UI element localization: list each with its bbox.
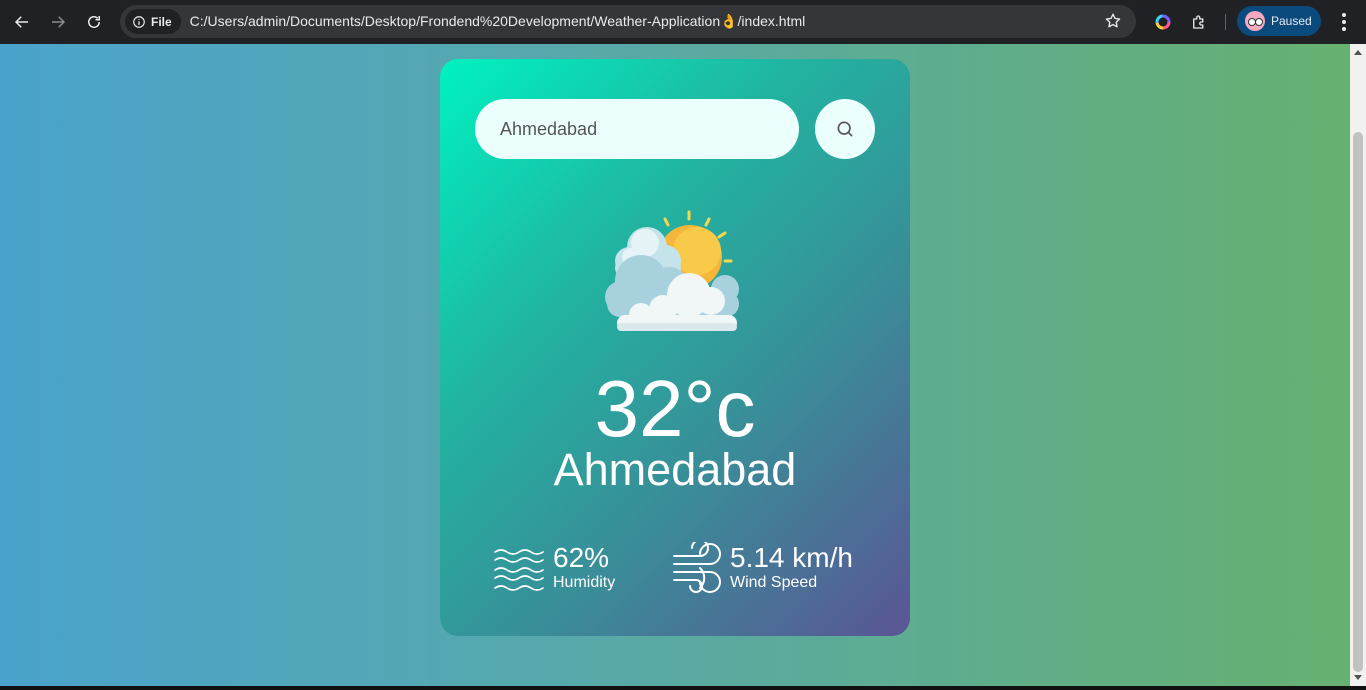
wind-text: 5.14 km/h Wind Speed <box>730 543 853 593</box>
scroll-down-arrow-icon[interactable] <box>1354 675 1362 680</box>
page-viewport: 32°c Ahmedabad 62% Humidity <box>0 44 1350 686</box>
profile-button[interactable]: Paused <box>1237 6 1321 36</box>
url-text[interactable]: C:/Users/admin/Documents/Desktop/Fronden… <box>190 13 806 30</box>
search-icon <box>837 121 853 137</box>
page-scrollbar[interactable] <box>1350 44 1366 686</box>
site-chip-label: File <box>151 14 172 29</box>
back-button[interactable] <box>4 4 40 40</box>
wind-value: 5.14 km/h <box>730 542 853 573</box>
star-icon[interactable] <box>1104 12 1122 30</box>
scroll-up-arrow-icon[interactable] <box>1354 50 1362 55</box>
city-name: Ahmedabad <box>553 444 797 495</box>
info-icon <box>133 15 145 28</box>
wind-detail: 5.14 km/h Wind Speed <box>670 542 853 594</box>
puzzle-icon <box>1193 15 1204 29</box>
browser-toolbar: File C:/Users/admin/Documents/Desktop/Fr… <box>0 0 1366 44</box>
address-bar[interactable]: File C:/Users/admin/Documents/Desktop/Fr… <box>120 5 1136 38</box>
kebab-menu-icon[interactable] <box>1333 8 1355 36</box>
search-button[interactable] <box>815 99 875 159</box>
humidity-value: 62% <box>553 542 610 573</box>
profile-status: Paused <box>1271 14 1312 28</box>
humidity-icon <box>494 549 544 591</box>
toolbar-divider <box>1225 14 1226 30</box>
extensions-button[interactable] <box>1185 8 1213 36</box>
scrollbar-thumb[interactable] <box>1353 132 1363 672</box>
temperature: 32°c <box>594 364 756 453</box>
weather-card: 32°c Ahmedabad 62% Humidity <box>440 59 910 636</box>
avatar <box>1245 11 1265 31</box>
wind-label: Wind Speed <box>730 574 818 591</box>
desktop-strip <box>0 686 1366 690</box>
humidity-detail: 62% Humidity <box>493 542 615 594</box>
color-extension-icon <box>1155 14 1171 30</box>
humidity-label: Humidity <box>553 574 616 591</box>
forward-button[interactable] <box>40 4 76 40</box>
reload-button[interactable] <box>76 4 112 40</box>
city-search-input[interactable] <box>475 99 799 159</box>
back-arrow-icon <box>14 16 28 28</box>
wind-icon <box>673 542 721 593</box>
color-extension-button[interactable] <box>1149 8 1177 36</box>
forward-arrow-icon <box>52 16 66 28</box>
humidity-text: 62% Humidity <box>553 543 615 593</box>
partly-cloudy-icon <box>605 210 739 331</box>
site-info-chip[interactable]: File <box>125 9 181 34</box>
reload-icon <box>88 16 100 28</box>
